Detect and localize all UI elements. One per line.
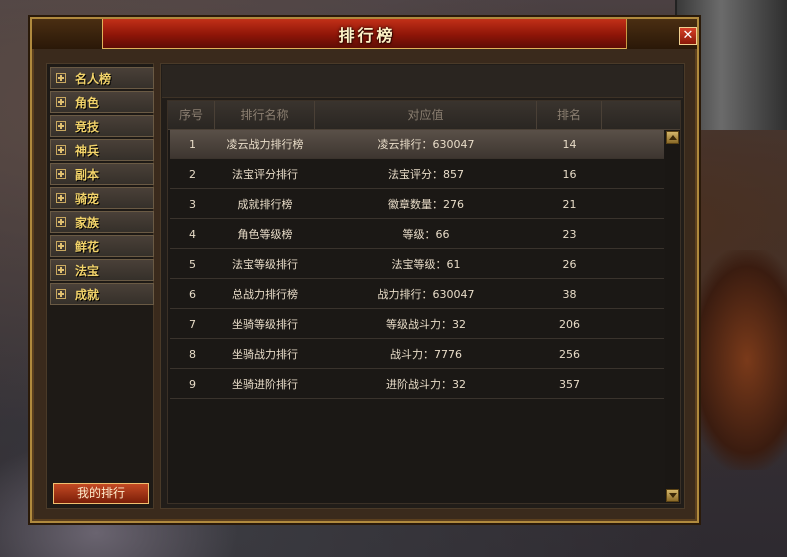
cell-index: 2	[189, 168, 196, 181]
cell-name: 坐骑等级排行	[232, 318, 298, 331]
cell-rank: 206	[559, 318, 580, 331]
plus-box-icon	[56, 193, 66, 203]
cell-rank: 14	[562, 138, 577, 151]
cell-index: 5	[189, 258, 196, 271]
cell-name: 凌云战力排行榜	[226, 138, 304, 151]
sidebar-item-divine-weapon[interactable]: 神兵	[50, 139, 154, 161]
table-row[interactable]: 8 坐骑战力排行 战斗力：7776 256	[170, 340, 664, 369]
cell-rank: 357	[559, 378, 580, 391]
cell-name: 角色等级榜	[237, 228, 293, 241]
cell-name: 法宝等级排行	[232, 258, 298, 271]
cell-value: 法宝等级：61	[391, 258, 461, 271]
cell-value: 徽章数量：276	[388, 198, 464, 211]
cell-rank: 16	[562, 168, 577, 181]
sidebar-item-celebrity[interactable]: 名人榜	[50, 67, 154, 89]
category-sidebar: 名人榜 角色 竞技 神兵 副本 骑宠 家族 鲜花 法宝 成就 我的排行	[46, 63, 154, 509]
plus-box-icon	[56, 265, 66, 275]
header-rank: 排名	[537, 101, 602, 129]
cell-rank: 26	[562, 258, 577, 271]
sidebar-item-label: 骑宠	[75, 192, 100, 206]
cell-name: 坐骑进阶排行	[232, 378, 298, 391]
table-row[interactable]: 5 法宝等级排行 法宝等级：61 26	[170, 250, 664, 279]
cell-rank: 23	[562, 228, 577, 241]
cell-index: 9	[189, 378, 196, 391]
my-rank-button[interactable]: 我的排行	[53, 483, 149, 504]
plus-box-icon	[56, 121, 66, 131]
sidebar-item-label: 成就	[75, 288, 100, 302]
cell-index: 1	[189, 138, 196, 151]
plus-box-icon	[56, 145, 66, 155]
sidebar-item-family[interactable]: 家族	[50, 211, 154, 233]
cell-value: 战斗力：7776	[390, 348, 462, 361]
cell-index: 7	[189, 318, 196, 331]
sidebar-item-mount-pet[interactable]: 骑宠	[50, 187, 154, 209]
sidebar-item-label: 神兵	[75, 144, 100, 158]
sidebar-item-label: 角色	[75, 96, 100, 110]
cell-index: 3	[189, 198, 196, 211]
plus-box-icon	[56, 217, 66, 227]
title-ornament-left	[32, 19, 103, 49]
cell-name: 法宝评分排行	[232, 168, 298, 181]
cell-rank: 38	[562, 288, 577, 301]
cell-index: 6	[189, 288, 196, 301]
title-bar[interactable]: 排行榜	[102, 19, 632, 49]
cell-value: 法宝评分：857	[388, 168, 464, 181]
sidebar-item-label: 法宝	[75, 264, 100, 278]
cell-name: 总战力排行榜	[232, 288, 298, 301]
table-row[interactable]: 1 凌云战力排行榜 凌云排行：630047 14	[170, 130, 664, 159]
cell-value: 等级：66	[402, 228, 450, 241]
cell-index: 8	[189, 348, 196, 361]
header-index: 序号	[168, 101, 215, 129]
arrow-down-icon[interactable]	[666, 489, 679, 502]
cell-rank: 256	[559, 348, 580, 361]
ranking-table: 序号 排行名称 对应值 排名 1 凌云战力排行榜 凌云排行：630047 14 …	[167, 100, 681, 504]
plus-box-icon	[56, 241, 66, 251]
sidebar-item-character[interactable]: 角色	[50, 91, 154, 113]
table-row[interactable]: 7 坐骑等级排行 等级战斗力：32 206	[170, 310, 664, 339]
plus-box-icon	[56, 289, 66, 299]
cell-value: 战力排行：630047	[377, 288, 475, 301]
cell-rank: 21	[562, 198, 577, 211]
cell-name: 成就排行榜	[237, 198, 293, 211]
table-row[interactable]: 9 坐骑进阶排行 进阶战斗力：32 357	[170, 370, 664, 399]
sidebar-item-flowers[interactable]: 鲜花	[50, 235, 154, 257]
panel-header-strip	[162, 65, 683, 98]
sidebar-item-treasure[interactable]: 法宝	[50, 259, 154, 281]
plus-box-icon	[56, 169, 66, 179]
plus-box-icon	[56, 97, 66, 107]
plus-box-icon	[56, 73, 66, 83]
background-rock	[687, 250, 787, 470]
sidebar-item-label: 名人榜	[75, 72, 112, 86]
cell-value: 等级战斗力：32	[386, 318, 466, 331]
sidebar-item-label: 鲜花	[75, 240, 100, 254]
ranking-window: 排行榜 ✕ 名人榜 角色 竞技 神兵 副本 骑宠 家族 鲜花 法宝 成就 我的排…	[30, 17, 699, 523]
sidebar-item-label: 竞技	[75, 120, 100, 134]
close-button[interactable]: ✕	[679, 27, 697, 45]
sidebar-item-label: 家族	[75, 216, 100, 230]
window-title: 排行榜	[338, 26, 396, 45]
sidebar-item-dungeon[interactable]: 副本	[50, 163, 154, 185]
arrow-up-icon[interactable]	[666, 131, 679, 144]
table-row[interactable]: 4 角色等级榜 等级：66 23	[170, 220, 664, 249]
table-scrollbar[interactable]	[665, 130, 680, 503]
cell-value: 进阶战斗力：32	[386, 378, 466, 391]
ranking-panel: 序号 排行名称 对应值 排名 1 凌云战力排行榜 凌云排行：630047 14 …	[160, 63, 685, 509]
table-row[interactable]: 3 成就排行榜 徽章数量：276 21	[170, 190, 664, 219]
table-header: 序号 排行名称 对应值 排名	[168, 101, 680, 130]
table-row[interactable]: 2 法宝评分排行 法宝评分：857 16	[170, 160, 664, 189]
sidebar-item-arena[interactable]: 竞技	[50, 115, 154, 137]
cell-value: 凌云排行：630047	[377, 138, 475, 151]
table-row[interactable]: 6 总战力排行榜 战力排行：630047 38	[170, 280, 664, 309]
sidebar-item-label: 副本	[75, 168, 100, 182]
cell-name: 坐骑战力排行	[232, 348, 298, 361]
cell-index: 4	[189, 228, 196, 241]
header-name: 排行名称	[215, 101, 315, 129]
sidebar-item-achievement[interactable]: 成就	[50, 283, 154, 305]
header-value: 对应值	[315, 101, 537, 129]
